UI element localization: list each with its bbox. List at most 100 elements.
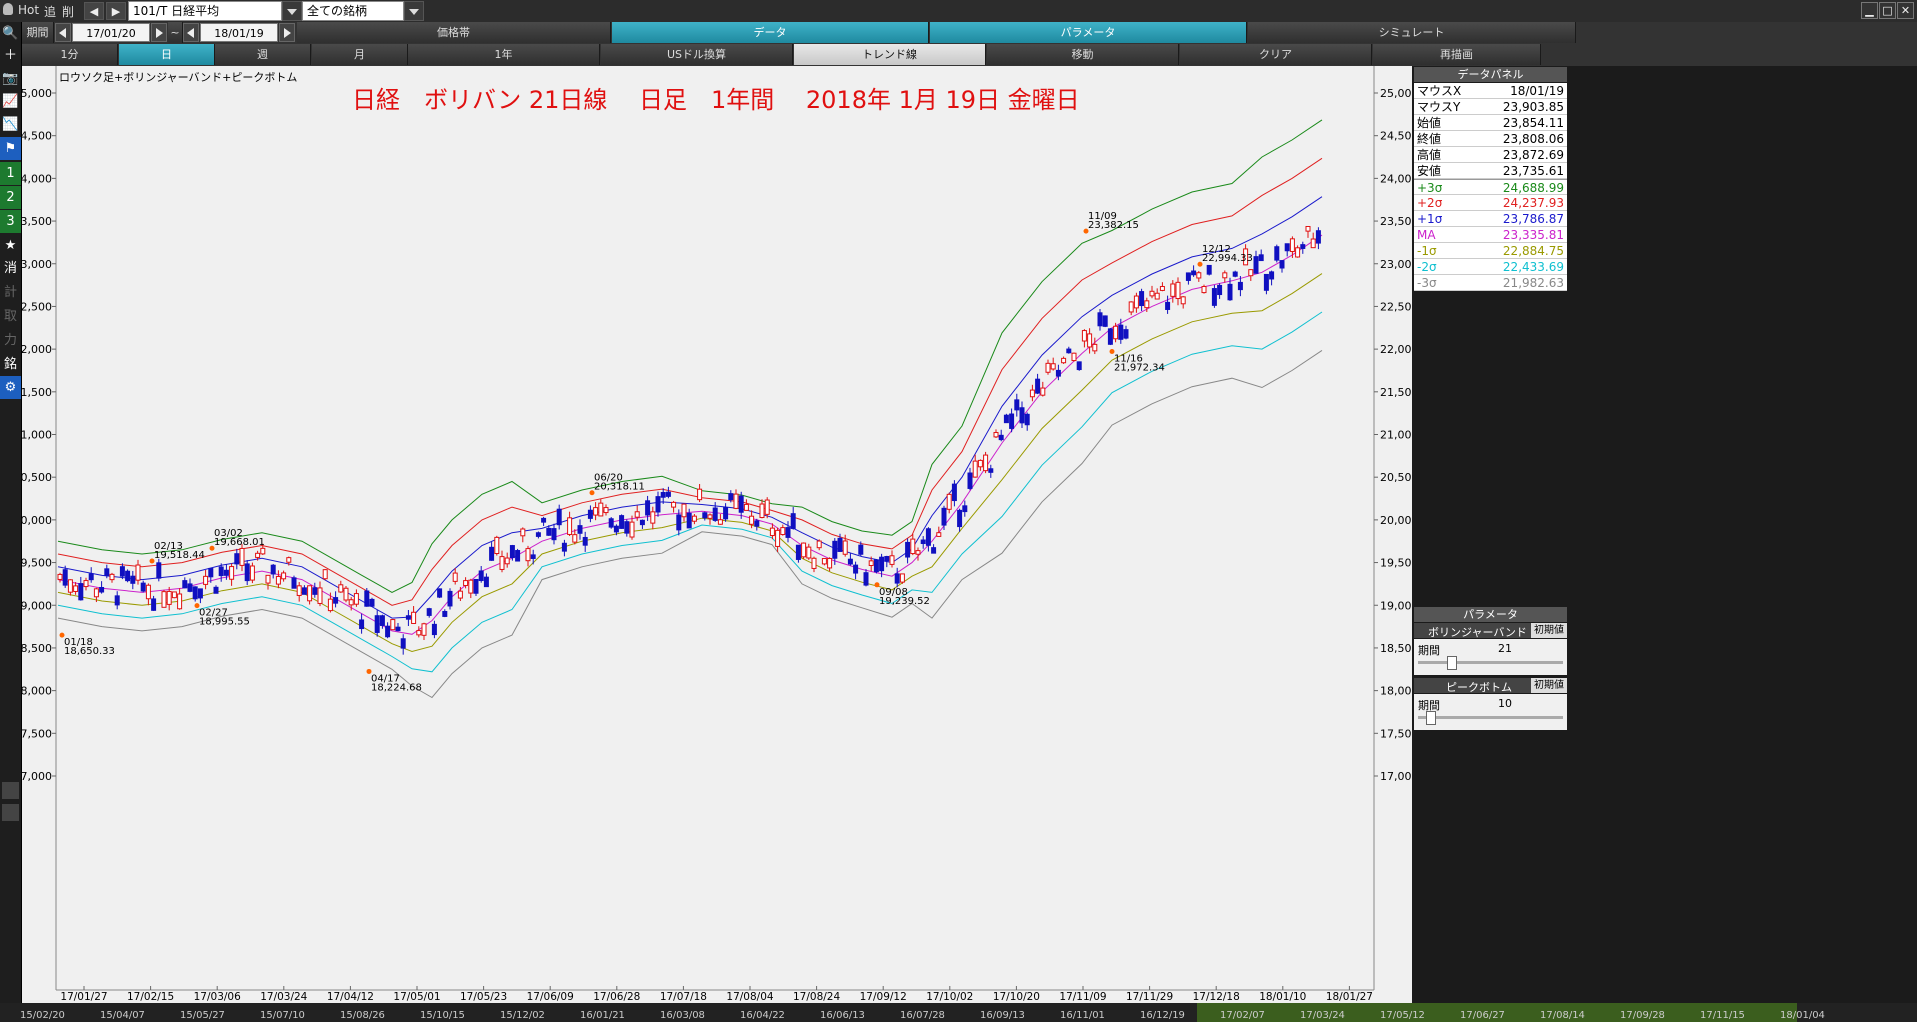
- data-value: 22,884.75: [1502, 244, 1564, 258]
- candle-body: [572, 534, 578, 543]
- boll-period-value[interactable]: 21: [1498, 642, 1512, 655]
- left-tool-7[interactable]: 1: [0, 162, 21, 185]
- y-tick-label-left: 18,500: [22, 642, 52, 655]
- candle-body: [489, 546, 495, 561]
- y-tick-label-left: 23,500: [22, 215, 52, 228]
- candle-body: [1232, 271, 1238, 277]
- boll-period-label: 期間: [1418, 644, 1440, 657]
- left-tool-12[interactable]: 計: [0, 281, 21, 304]
- minimize-button[interactable]: ▁: [1861, 2, 1878, 19]
- candle-body: [1097, 312, 1103, 327]
- candle-body: [151, 598, 157, 611]
- candlestick-chart[interactable]: 25,000 25,000 24,500 24,500 24,000 24,000 23,5…: [14, 66, 1419, 1003]
- boll-slider-track[interactable]: [1418, 661, 1563, 664]
- left-tool-5[interactable]: 📉: [0, 113, 21, 136]
- close-button[interactable]: ✕: [1897, 2, 1914, 19]
- timeframe-tab-9[interactable]: クリア: [1180, 44, 1372, 65]
- period-to-prev-button[interactable]: [183, 23, 199, 42]
- tab-2[interactable]: データ: [612, 22, 929, 43]
- left-tool-14[interactable]: 力: [0, 329, 21, 352]
- timeline-label: 15/05/27: [180, 1010, 225, 1021]
- candle-body: [1040, 387, 1046, 396]
- add-button[interactable]: 追: [44, 3, 56, 20]
- crosshair-icon: ＋: [3, 48, 17, 63]
- peak-slider-thumb[interactable]: [1426, 711, 1436, 725]
- search-icon: 🔍: [2, 26, 19, 41]
- left-tool-8[interactable]: 2: [0, 186, 21, 209]
- peak-reset-button[interactable]: 初期値: [1531, 678, 1567, 693]
- candle-body: [161, 591, 167, 608]
- maximize-button[interactable]: □: [1879, 2, 1896, 19]
- data-row: 始値 23,854.11: [1414, 115, 1567, 131]
- filter-field[interactable]: 全ての銘柄: [302, 1, 404, 21]
- annotation-value: 22,994.33: [1202, 253, 1253, 264]
- tab-4[interactable]: シミュレート: [1248, 22, 1576, 43]
- mini-chart-icon-1[interactable]: [2, 782, 19, 799]
- timeline-label: 18/01/04: [1780, 1010, 1825, 1021]
- timeline-label: 15/04/07: [100, 1010, 145, 1021]
- candle-body: [977, 459, 983, 468]
- y-tick-label-left: 17,500: [22, 727, 52, 740]
- left-tool-6[interactable]: ⚑: [0, 137, 21, 160]
- timeframe-tab-5[interactable]: 1年: [408, 44, 600, 65]
- peak-period-value[interactable]: 10: [1498, 697, 1512, 710]
- period-to-next-button[interactable]: [279, 23, 295, 42]
- candle-body: [837, 537, 843, 552]
- left-tool-11[interactable]: 消: [0, 257, 21, 280]
- next-symbol-button[interactable]: ▶: [106, 2, 126, 20]
- left-tool-1[interactable]: 🔍: [0, 22, 21, 45]
- y-tick-label-right: 21,000: [1380, 429, 1412, 442]
- filter-dropdown[interactable]: [404, 1, 424, 21]
- hot-label[interactable]: Hot: [18, 3, 39, 17]
- candle-body: [691, 515, 697, 522]
- left-tool-13[interactable]: 取: [0, 305, 21, 328]
- timeframe-tab-10[interactable]: 再描画: [1373, 44, 1541, 65]
- candle-body: [447, 590, 453, 607]
- timeframe-tab-1[interactable]: 1分: [22, 44, 118, 65]
- chart-area[interactable]: 25,000 25,000 24,500 24,500 24,000 24,000 23,5…: [14, 66, 1419, 1003]
- candle-body: [665, 491, 671, 497]
- candle-body: [847, 558, 853, 565]
- timeframe-tab-8[interactable]: 移動: [987, 44, 1179, 65]
- left-tool-16[interactable]: ⚙: [0, 376, 21, 399]
- left-tool-15[interactable]: 銘: [0, 353, 21, 376]
- symbol-field[interactable]: 101/T 日経平均: [128, 1, 282, 21]
- delete-button[interactable]: 削: [62, 3, 74, 20]
- candle-body: [858, 544, 864, 555]
- x-tick-label: 17/04/12: [327, 991, 374, 1003]
- timeframe-tab-6[interactable]: USドル換算: [601, 44, 793, 65]
- timeline-label: 16/04/22: [740, 1010, 785, 1021]
- candle-body: [1014, 399, 1020, 411]
- left-tool-3[interactable]: 📷: [0, 67, 21, 90]
- candle-body: [244, 563, 250, 582]
- boll-reset-button[interactable]: 初期値: [1531, 623, 1567, 638]
- period-from-prev-button[interactable]: [55, 23, 71, 42]
- peak-slider-track[interactable]: [1418, 716, 1563, 719]
- timeframe-tab-7[interactable]: トレンド線: [794, 44, 986, 65]
- candle-body: [353, 593, 359, 605]
- candle-body: [265, 574, 271, 584]
- candle-body: [223, 569, 229, 576]
- boll-slider-thumb[interactable]: [1447, 656, 1457, 670]
- left-tool-10[interactable]: ★: [0, 234, 21, 257]
- tab-1[interactable]: 価格帯: [297, 22, 611, 43]
- timeframe-tab-3[interactable]: 週: [215, 44, 311, 65]
- timeframe-tab-4[interactable]: 月: [312, 44, 408, 65]
- slot-3-icon: 3: [6, 214, 15, 229]
- y-tick-label-left: 19,500: [22, 557, 52, 570]
- date-from-field[interactable]: 17/01/20: [72, 23, 150, 42]
- bulb-icon[interactable]: [3, 3, 13, 15]
- period-from-next-button[interactable]: [151, 23, 167, 42]
- prev-symbol-button[interactable]: ◀: [84, 2, 104, 20]
- tab-3[interactable]: パラメータ: [930, 22, 1247, 43]
- symbol-dropdown[interactable]: [282, 1, 302, 21]
- mini-chart-icon-2[interactable]: [2, 804, 19, 821]
- candle-body: [1102, 315, 1108, 327]
- left-tool-2[interactable]: ＋: [0, 44, 21, 67]
- date-to-field[interactable]: 18/01/19: [200, 23, 278, 42]
- left-tool-9[interactable]: 3: [0, 210, 21, 233]
- left-tool-4[interactable]: 📈: [0, 90, 21, 113]
- timeline-label: 15/08/26: [340, 1010, 385, 1021]
- candle-body: [374, 615, 380, 633]
- timeframe-tab-2[interactable]: 日: [119, 44, 215, 65]
